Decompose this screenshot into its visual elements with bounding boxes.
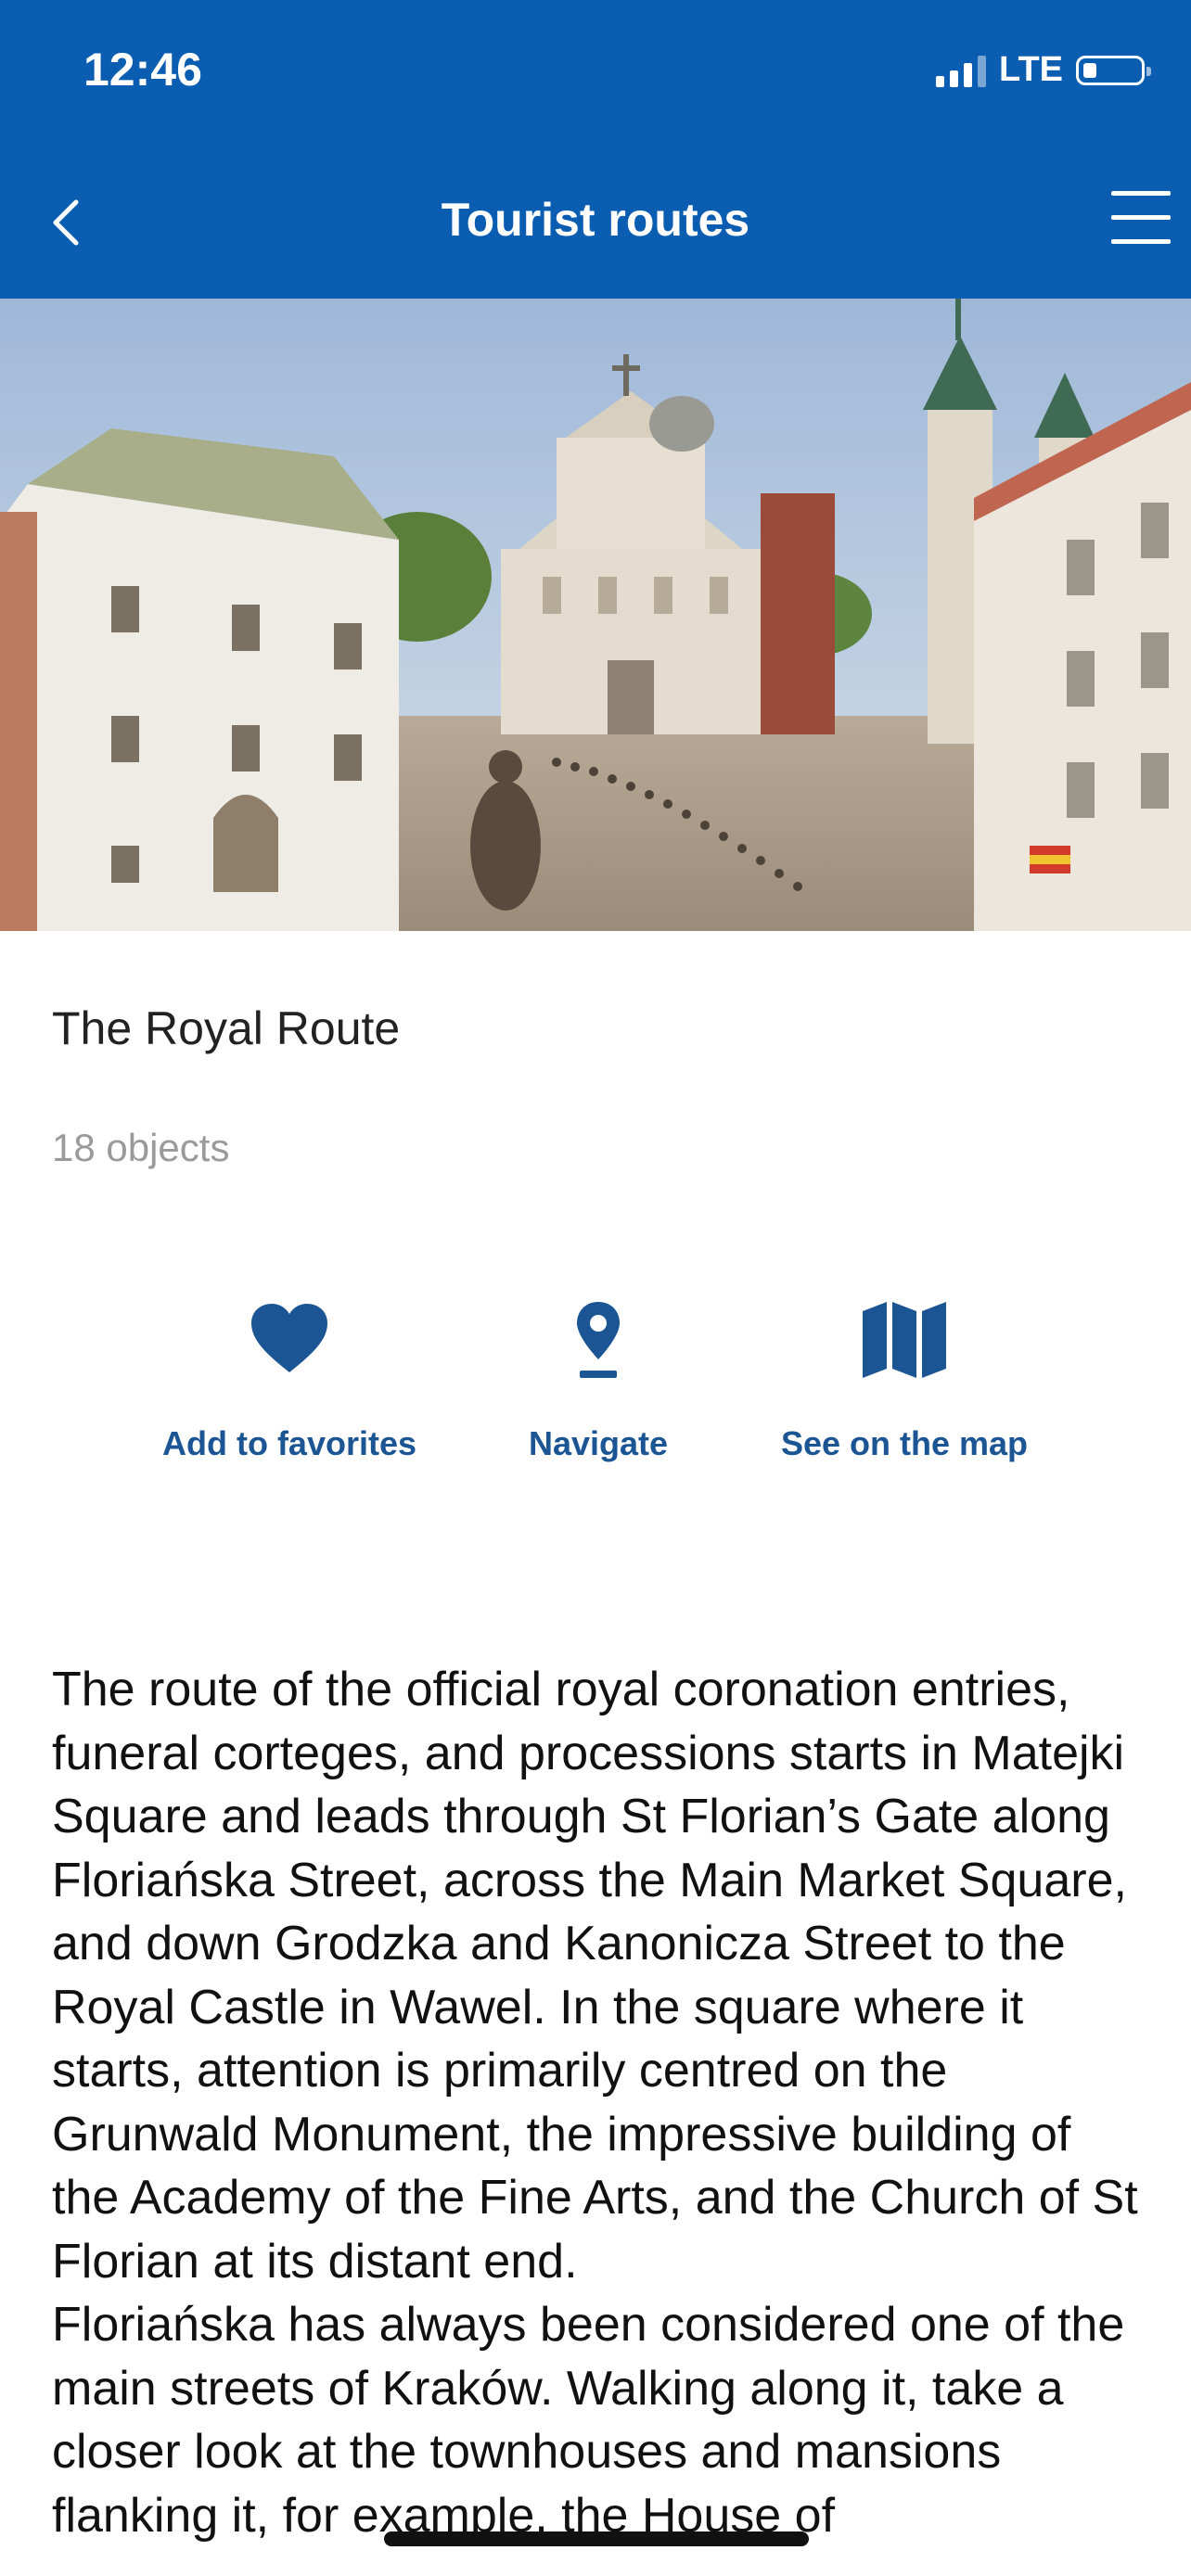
status-time: 12:46 <box>83 44 202 96</box>
home-indicator[interactable] <box>384 2531 809 2546</box>
status-indicators: LTE <box>936 50 1151 90</box>
route-description: The route of the official royal coronati… <box>52 1658 1146 2547</box>
location-pin-icon <box>577 1302 620 1378</box>
description-paragraph: Floriańska has always been considered on… <box>52 2298 1125 2543</box>
signal-icon <box>936 54 987 87</box>
navigate-button[interactable]: Navigate <box>492 1298 705 1463</box>
heart-icon <box>251 1304 327 1372</box>
network-label: LTE <box>999 50 1063 89</box>
status-bar: 12:46 LTE <box>0 0 1191 148</box>
nav-bar: Tourist routes <box>0 148 1191 299</box>
see-on-map-label: See on the map <box>780 1424 1029 1462</box>
add-to-favorites-label: Add to favorites <box>161 1424 417 1462</box>
route-hero-image <box>0 299 1191 931</box>
route-object-count: 18 objects <box>52 1126 230 1169</box>
navigate-label: Navigate <box>528 1424 669 1462</box>
route-title: The Royal Route <box>52 1002 401 1054</box>
map-icon <box>863 1302 946 1378</box>
description-paragraph: The route of the official royal coronati… <box>52 1663 1138 2289</box>
action-row: Add to favorites Navigate See on the map <box>0 1298 1191 1511</box>
menu-button[interactable] <box>1111 191 1171 256</box>
church-square-illustration <box>0 299 1191 931</box>
hamburger-menu-icon <box>1111 191 1171 244</box>
add-to-favorites-button[interactable]: Add to favorites <box>148 1298 430 1463</box>
page-title: Tourist routes <box>441 194 750 246</box>
battery-icon <box>1076 55 1151 85</box>
see-on-map-button[interactable]: See on the map <box>761 1298 1048 1463</box>
